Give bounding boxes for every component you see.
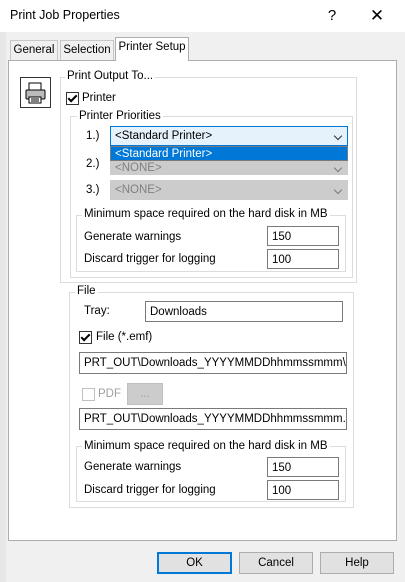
window-title: Print Job Properties	[10, 8, 120, 22]
emf-path-input[interactable]: PRT_OUT\Downloads_YYYYMMDDhhmmssmmm\...	[79, 352, 347, 374]
cancel-button[interactable]: Cancel	[239, 552, 313, 574]
tray-input[interactable]: Downloads	[145, 301, 343, 322]
printer-checkbox[interactable]	[66, 92, 79, 105]
chevron-down-icon	[333, 185, 343, 195]
priority-1-combo[interactable]: <Standard Printer>	[110, 126, 348, 146]
pdf-checkbox[interactable]	[82, 388, 95, 401]
disk-space-legend-file: Minimum space required on the hard disk …	[82, 440, 330, 453]
priority-1-value: <Standard Printer>	[115, 130, 213, 142]
printer-icon	[20, 77, 51, 108]
file-generate-warnings-label: Generate warnings	[84, 461, 182, 473]
ok-button[interactable]: OK	[157, 552, 232, 574]
printer-checkbox-label: Printer	[82, 92, 116, 104]
tray-label: Tray:	[84, 305, 110, 317]
priority-2-label: 2.)	[86, 158, 100, 170]
discard-trigger-label: Discard trigger for logging	[84, 253, 216, 265]
tab-printer-setup[interactable]: Printer Setup	[115, 37, 189, 61]
priority-2-value: <NONE>	[115, 162, 162, 174]
tab-general[interactable]: General	[10, 40, 58, 60]
close-button[interactable]: ✕	[360, 4, 394, 28]
file-discard-trigger-label: Discard trigger for logging	[84, 484, 216, 496]
priority-3-combo[interactable]: <NONE>	[110, 180, 348, 200]
help-button[interactable]: Help	[320, 552, 394, 574]
tab-selection[interactable]: Selection	[60, 40, 114, 60]
file-discard-trigger-input[interactable]: 100	[267, 480, 339, 500]
help-title-button[interactable]: ?	[318, 4, 346, 28]
chevron-down-icon	[333, 163, 343, 173]
priority-3-label: 3.)	[86, 184, 100, 196]
browse-pdf-button[interactable]: ...	[127, 383, 163, 405]
generate-warnings-input[interactable]: 150	[267, 226, 339, 246]
background-strip	[0, 32, 6, 582]
priority-2-combo[interactable]: <NONE>	[110, 161, 348, 175]
file-group-legend: File	[75, 285, 98, 298]
discard-trigger-input[interactable]: 100	[267, 249, 339, 269]
generate-warnings-label: Generate warnings	[84, 231, 182, 243]
chevron-down-icon	[333, 131, 343, 141]
print-output-legend: Print Output To...	[65, 70, 156, 83]
priority-3-value: <NONE>	[115, 184, 162, 196]
pdf-checkbox-label: PDF	[98, 388, 121, 400]
dropdown-option-standard-printer[interactable]: <Standard Printer>	[110, 146, 348, 161]
pdf-path-input[interactable]: PRT_OUT\Downloads_YYYYMMDDhhmmssmmm.pdf	[79, 408, 347, 430]
disk-space-legend-printer: Minimum space required on the hard disk …	[82, 208, 330, 221]
priority-1-label: 1.)	[86, 130, 100, 142]
printer-priorities-legend: Printer Priorities	[77, 110, 163, 123]
file-generate-warnings-input[interactable]: 150	[267, 457, 339, 477]
file-checkbox[interactable]	[79, 331, 92, 344]
file-checkbox-label: File (*.emf)	[96, 331, 153, 343]
